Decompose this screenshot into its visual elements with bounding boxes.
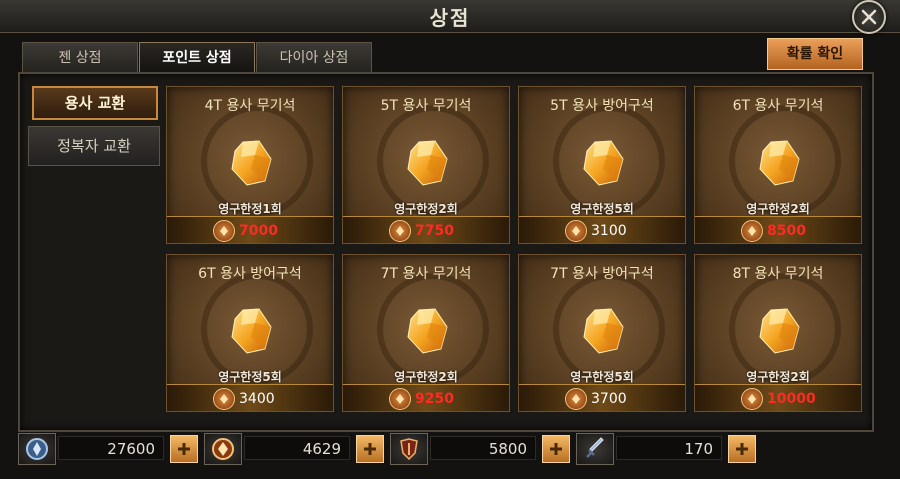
plus-icon	[736, 443, 748, 455]
purchase-limit: 영구한정2회	[746, 370, 810, 384]
item-title: 8T 용사 무기석	[732, 266, 824, 282]
shop-item-card[interactable]: 6T 용사 무기석 영구한정2회 8500	[694, 86, 862, 244]
item-price: 3400	[239, 391, 275, 407]
gem-stone-icon	[231, 140, 272, 186]
tab-zen-shop[interactable]: 젠 상점	[22, 42, 138, 73]
price-bar: 8500	[695, 216, 861, 243]
close-button[interactable]	[852, 0, 886, 34]
gem-stone-icon	[407, 308, 448, 354]
add-currency-button[interactable]	[728, 435, 756, 463]
point-coin-icon	[213, 388, 235, 410]
gem-stone-icon	[759, 308, 800, 354]
item-title: 7T 용사 방어구석	[550, 266, 654, 282]
item-title: 5T 용사 무기석	[380, 98, 472, 114]
point-coin-icon	[565, 388, 587, 410]
title-bar: 상점	[0, 0, 900, 34]
currency-amount: 4629	[244, 436, 350, 460]
purchase-limit: 영구한정5회	[570, 202, 634, 216]
shop-item-card[interactable]: 5T 용사 방어구석 영구한정5회 3100	[518, 86, 686, 244]
purchase-limit: 영구한정2회	[394, 370, 458, 384]
add-currency-button[interactable]	[356, 435, 384, 463]
item-price: 7000	[239, 223, 278, 239]
gem-stone-icon	[583, 140, 624, 186]
price-bar: 7000	[167, 216, 333, 243]
gem-stone-icon	[231, 308, 272, 354]
price-bar: 10000	[695, 384, 861, 411]
item-title: 5T 용사 방어구석	[550, 98, 654, 114]
add-currency-button[interactable]	[170, 435, 198, 463]
shop-item-card[interactable]: 5T 용사 무기석 영구한정2회 7750	[342, 86, 510, 244]
item-price: 8500	[767, 223, 806, 239]
purchase-limit: 영구한정2회	[394, 202, 458, 216]
item-grid: 4T 용사 무기석 영구한정1회 7000 5T 용사 무기석 영구한정2회 7…	[166, 86, 862, 416]
point-coin-icon	[204, 433, 242, 465]
currency-amount: 170	[616, 436, 722, 460]
shop-item-card[interactable]: 6T 용사 방어구석 영구한정5회 3400	[166, 254, 334, 412]
purchase-limit: 영구한정2회	[746, 202, 810, 216]
item-price: 10000	[767, 391, 816, 407]
price-bar: 3400	[167, 384, 333, 411]
probability-check-button[interactable]: 확률 확인	[767, 38, 863, 70]
item-price: 9250	[415, 391, 454, 407]
point-coin-icon	[741, 220, 763, 242]
add-currency-button[interactable]	[542, 435, 570, 463]
tab-diamond-shop[interactable]: 다이아 상점	[256, 42, 372, 73]
tab-point-shop[interactable]: 포인트 상점	[139, 42, 255, 73]
item-price: 3100	[591, 223, 627, 239]
gem-stone-icon	[407, 140, 448, 186]
shop-item-card[interactable]: 4T 용사 무기석 영구한정1회 7000	[166, 86, 334, 244]
item-title: 7T 용사 무기석	[380, 266, 472, 282]
price-bar: 7750	[343, 216, 509, 243]
price-bar: 3700	[519, 384, 685, 411]
plus-icon	[550, 443, 562, 455]
point-coin-icon	[389, 220, 411, 242]
sidebar-item-conqueror-exchange[interactable]: 정복자 교환	[28, 126, 160, 166]
window-title: 상점	[429, 6, 471, 30]
shop-item-card[interactable]: 7T 용사 방어구석 영구한정5회 3700	[518, 254, 686, 412]
item-title: 6T 용사 방어구석	[198, 266, 302, 282]
price-bar: 3100	[519, 216, 685, 243]
currency-amount: 5800	[430, 436, 536, 460]
item-title: 6T 용사 무기석	[732, 98, 824, 114]
plus-icon	[178, 443, 190, 455]
currency-amount: 27600	[58, 436, 164, 460]
purchase-limit: 영구한정1회	[218, 202, 282, 216]
sword-icon	[576, 433, 614, 465]
close-icon	[861, 9, 877, 25]
point-coin-icon	[741, 388, 763, 410]
purchase-limit: 영구한정5회	[570, 370, 634, 384]
shop-item-card[interactable]: 7T 용사 무기석 영구한정2회 9250	[342, 254, 510, 412]
sidebar-item-hero-exchange[interactable]: 용사 교환	[32, 86, 158, 120]
item-price: 3700	[591, 391, 627, 407]
price-bar: 9250	[343, 384, 509, 411]
point-coin-icon	[565, 220, 587, 242]
point-coin-icon	[213, 220, 235, 242]
plus-icon	[364, 443, 376, 455]
crest-icon	[390, 433, 428, 465]
item-title: 4T 용사 무기석	[204, 98, 296, 114]
gem-stone-icon	[583, 308, 624, 354]
blue-emblem-icon	[18, 433, 56, 465]
point-coin-icon	[389, 388, 411, 410]
item-price: 7750	[415, 223, 454, 239]
gem-stone-icon	[759, 140, 800, 186]
shop-item-card[interactable]: 8T 용사 무기석 영구한정2회 10000	[694, 254, 862, 412]
purchase-limit: 영구한정5회	[218, 370, 282, 384]
